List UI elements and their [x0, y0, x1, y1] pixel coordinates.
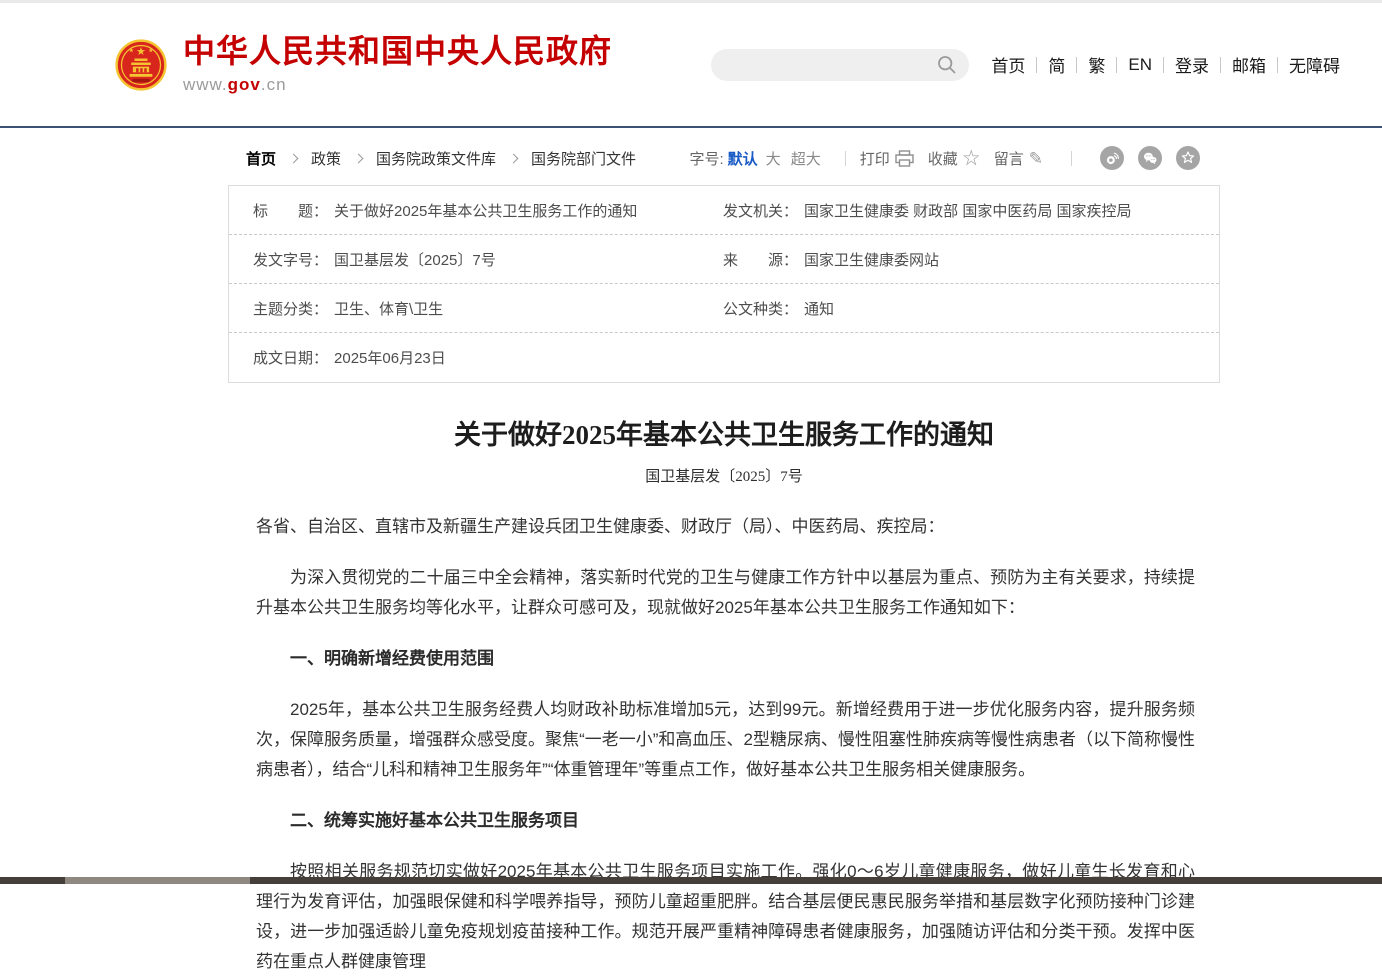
nav-accessibility[interactable]: 无障碍	[1289, 52, 1340, 77]
chevron-right-icon	[509, 153, 519, 163]
main-content: 首页 政策 国务院政策文件库 国务院部门文件 字号: 默认 大 超大 打印	[228, 145, 1220, 977]
nav-separator	[1277, 57, 1278, 73]
breadcrumb: 首页 政策 国务院政策文件库 国务院部门文件	[246, 148, 636, 169]
svg-text:★: ★	[148, 48, 153, 54]
meta-label-doc-number: 发文字号：	[253, 249, 328, 270]
weibo-share-icon[interactable]	[1100, 146, 1124, 170]
nav-traditional[interactable]: 繁	[1088, 52, 1105, 77]
site-url: www.gov.cn	[183, 75, 612, 95]
comment-button[interactable]: 留言 ✎	[994, 148, 1043, 169]
search-box[interactable]	[711, 49, 969, 81]
meta-label-source: 来 源：	[723, 249, 798, 270]
nav-simplified[interactable]: 简	[1048, 52, 1065, 77]
nav-separator	[1076, 57, 1077, 73]
font-size-xlarge[interactable]: 超大	[791, 148, 821, 169]
header-divider	[0, 126, 1382, 128]
meta-row: 主题分类： 卫生、体育\卫生 公文种类： 通知	[229, 284, 1219, 333]
search-input[interactable]	[727, 51, 937, 79]
nav-separator	[1116, 57, 1117, 73]
meta-label-title: 标 题：	[253, 200, 328, 221]
nav-mail[interactable]: 邮箱	[1232, 52, 1266, 77]
breadcrumb-policy-library[interactable]: 国务院政策文件库	[376, 148, 496, 169]
article-paragraph: 2025年，基本公共卫生服务经费人均财政补助标准增加5元，达到99元。新增经费用…	[256, 695, 1195, 785]
svg-text:★: ★	[137, 46, 146, 56]
national-emblem-icon: ★ ★ ★	[115, 39, 167, 91]
article-title: 关于做好2025年基本公共卫生服务工作的通知	[228, 413, 1220, 452]
meta-value-source: 国家卫生健康委网站	[804, 249, 939, 270]
favorite-label: 收藏	[928, 148, 958, 169]
toolbar-separator	[1071, 151, 1072, 166]
url-gov: gov	[228, 75, 261, 94]
article-body: 各省、自治区、直辖市及新疆生产建设兵团卫生健康委、财政厅（局）、中医药局、疾控局…	[228, 512, 1220, 977]
meta-label-topic-category: 主题分类：	[253, 298, 328, 319]
section-heading: 二、统筹实施好基本公共卫生服务项目	[256, 806, 1195, 836]
breadcrumb-department-docs[interactable]: 国务院部门文件	[531, 148, 636, 169]
font-size-default[interactable]: 默认	[728, 148, 758, 169]
article-salutation: 各省、自治区、直辖市及新疆生产建设兵团卫生健康委、财政厅（局）、中医药局、疾控局…	[256, 512, 1195, 542]
article-paragraph: 按照相关服务规范切实做好2025年基本公共卫生服务项目实施工作。强化0～6岁儿童…	[256, 857, 1195, 977]
breadcrumb-policy[interactable]: 政策	[311, 148, 341, 169]
article-doc-number: 国卫基层发〔2025〕7号	[228, 465, 1220, 486]
nav-separator	[1163, 57, 1164, 73]
share-more-icon[interactable]	[1176, 146, 1200, 170]
url-suffix: .cn	[261, 75, 287, 94]
meta-value-doc-type: 通知	[804, 298, 834, 319]
favorite-button[interactable]: 收藏 ☆	[928, 148, 980, 169]
printer-icon	[895, 150, 914, 167]
meta-row: 发文字号： 国卫基层发〔2025〕7号 来 源： 国家卫生健康委网站	[229, 235, 1219, 284]
chevron-right-icon	[354, 153, 364, 163]
search-icon[interactable]	[937, 55, 957, 75]
meta-row: 标 题： 关于做好2025年基本公共卫生服务工作的通知 发文机关： 国家卫生健康…	[229, 186, 1219, 235]
site-title: 中华人民共和国中央人民政府	[183, 34, 612, 69]
font-size-large[interactable]: 大	[766, 148, 781, 169]
chevron-right-icon	[289, 153, 299, 163]
horizontal-scrollbar[interactable]	[0, 877, 1382, 884]
meta-label-date: 成文日期：	[253, 347, 328, 368]
meta-value-title: 关于做好2025年基本公共卫生服务工作的通知	[334, 200, 637, 221]
font-size-label: 字号:	[689, 148, 723, 169]
share-buttons	[1086, 146, 1200, 170]
scrollbar-thumb[interactable]	[65, 877, 250, 884]
section-heading: 一、明确新增经费使用范围	[256, 644, 1195, 674]
print-label: 打印	[860, 148, 890, 169]
nav-separator	[1220, 57, 1221, 73]
breadcrumb-home[interactable]: 首页	[246, 148, 276, 169]
meta-label-issuing-agency: 发文机关：	[723, 200, 798, 221]
url-prefix: www.	[183, 75, 228, 94]
site-logo[interactable]: ★ ★ ★ 中华人民共和国中央人民政府 www.gov.cn	[115, 34, 612, 94]
nav-english[interactable]: EN	[1128, 55, 1152, 75]
site-header: ★ ★ ★ 中华人民共和国中央人民政府 www.gov.cn 首页	[0, 3, 1382, 126]
meta-value-topic-category: 卫生、体育\卫生	[334, 298, 443, 319]
document-meta-table: 标 题： 关于做好2025年基本公共卫生服务工作的通知 发文机关： 国家卫生健康…	[228, 185, 1220, 383]
meta-value-doc-number: 国卫基层发〔2025〕7号	[334, 249, 496, 270]
svg-text:★: ★	[129, 48, 134, 54]
nav-login[interactable]: 登录	[1175, 52, 1209, 77]
meta-label-doc-type: 公文种类：	[723, 298, 798, 319]
pencil-icon: ✎	[1029, 150, 1043, 167]
print-button[interactable]: 打印	[860, 148, 914, 169]
document-toolbar: 字号: 默认 大 超大 打印 收藏 ☆ 留言 ✎	[689, 146, 1200, 170]
article-paragraph: 为深入贯彻党的二十届三中全会精神，落实新时代党的卫生与健康工作方针中以基层为重点…	[256, 563, 1195, 623]
meta-row: 成文日期： 2025年06月23日	[229, 333, 1219, 382]
nav-home[interactable]: 首页	[991, 52, 1025, 77]
star-icon: ☆	[963, 150, 980, 167]
comment-label: 留言	[994, 148, 1024, 169]
meta-value-date: 2025年06月23日	[334, 347, 446, 368]
toolbar-separator	[845, 151, 846, 166]
nav-separator	[1036, 57, 1037, 73]
meta-value-issuing-agency: 国家卫生健康委 财政部 国家中医药局 国家疾控局	[804, 200, 1132, 221]
wechat-share-icon[interactable]	[1138, 146, 1162, 170]
top-nav: 首页 简 繁 EN 登录 邮箱 无障碍	[991, 52, 1340, 77]
